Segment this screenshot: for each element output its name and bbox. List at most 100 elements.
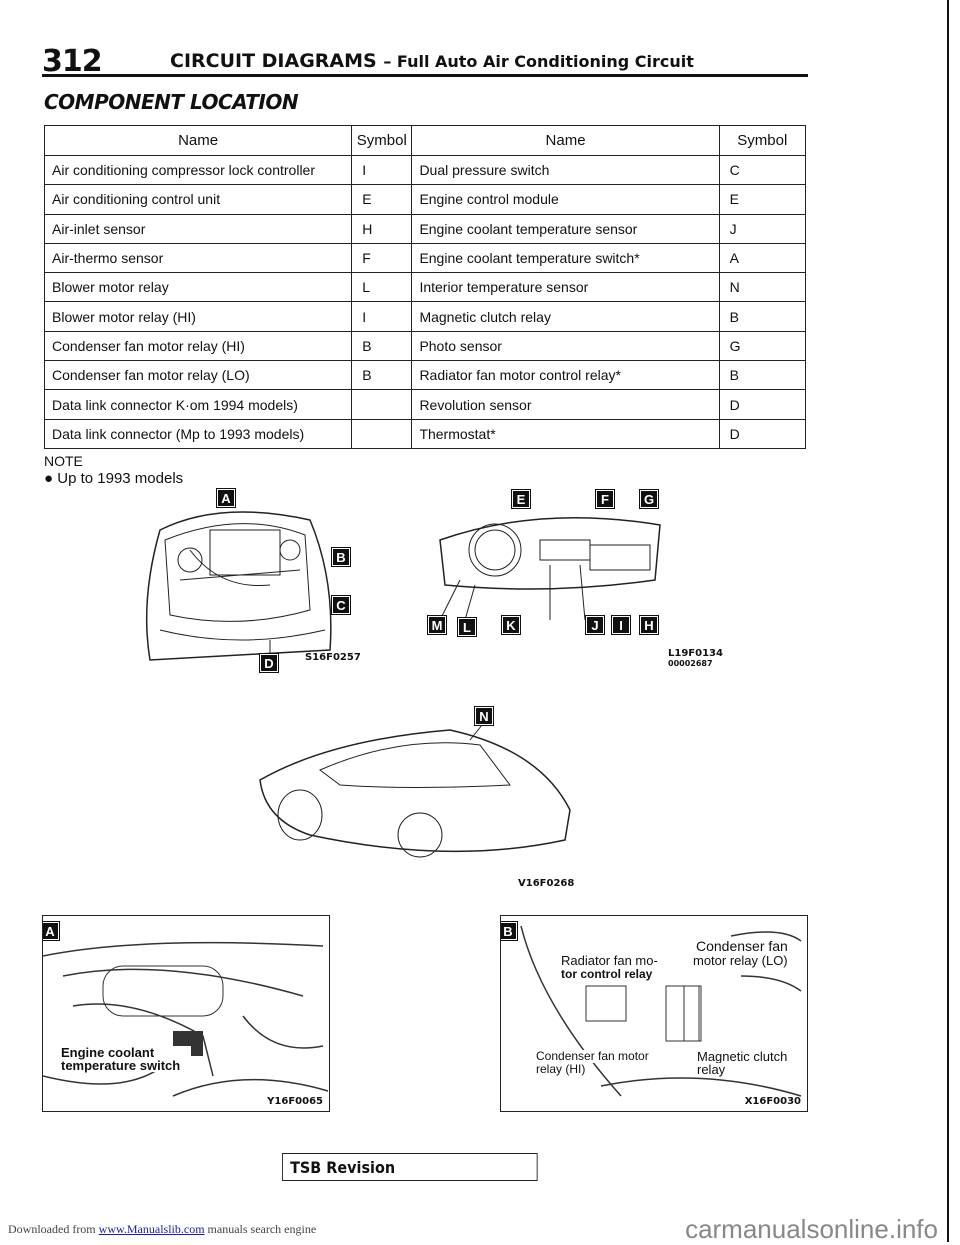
component-name: Thermostat* bbox=[411, 418, 720, 449]
photo-a: A Engine coolant temperature switch Y16F… bbox=[42, 915, 330, 1112]
component-name: Magnetic clutch relay bbox=[411, 301, 720, 332]
table-row: Condenser fan motor relay (LO) B Radiator … bbox=[43, 360, 807, 391]
title-main: CIRCUIT DIAGRAMS bbox=[170, 50, 377, 72]
component-symbol: N bbox=[718, 272, 807, 303]
badge-m: M bbox=[427, 615, 447, 635]
component-name: Interior temperature sensor bbox=[411, 272, 720, 303]
table-row: Blower motor relay L Interior temperature … bbox=[43, 272, 807, 303]
component-symbol: D bbox=[718, 418, 807, 449]
page-edge-line bbox=[947, 0, 949, 1242]
footer-tail: manuals search engine bbox=[207, 1222, 317, 1236]
photo-label: Engine coolant temperature switch bbox=[61, 1046, 191, 1072]
figure-code-2: 00002687 bbox=[668, 659, 713, 668]
figure-code: Y16F0065 bbox=[267, 1096, 323, 1107]
badge-l: L bbox=[457, 617, 477, 637]
note-title: NOTE bbox=[44, 453, 83, 469]
col-name: Name bbox=[411, 125, 720, 156]
badge-b: B bbox=[331, 547, 351, 567]
label-radiator-relay: Radiator fan mo- bbox=[561, 953, 658, 968]
col-name: Name bbox=[43, 125, 353, 156]
component-symbol: H bbox=[351, 213, 413, 244]
label-cond-lo: Condenser fan bbox=[696, 938, 788, 954]
component-symbol: J bbox=[718, 213, 807, 244]
section-title: COMPONENT LOCATION bbox=[44, 90, 299, 114]
component-symbol: B bbox=[718, 301, 807, 332]
component-name: Revolution sensor bbox=[411, 389, 720, 420]
download-footer: Downloaded from www.Manualslib.com manua… bbox=[8, 1222, 316, 1237]
component-symbol: C bbox=[718, 154, 807, 186]
component-name: Dual pressure switch bbox=[411, 154, 720, 186]
table-row: Air conditioning compressor lock control… bbox=[43, 154, 807, 186]
car-illustration bbox=[259, 724, 571, 858]
component-symbol: L bbox=[351, 272, 413, 303]
label-cond-hi-2: relay (HI) bbox=[536, 1062, 586, 1076]
component-name: Air-thermo sensor bbox=[43, 242, 353, 274]
component-symbol: D bbox=[718, 389, 807, 420]
table-row: Air-inlet sensor H Engine coolant temperat… bbox=[43, 213, 807, 244]
header-rule bbox=[42, 74, 808, 77]
badge-f: F bbox=[595, 489, 615, 509]
col-symbol: Symbol bbox=[718, 125, 807, 156]
component-name: Condenser fan motor relay (HI) bbox=[43, 330, 353, 362]
badge-k: K bbox=[501, 615, 521, 635]
badge-e: E bbox=[511, 489, 531, 509]
component-name: Data link connector K·om 1994 models) bbox=[43, 389, 353, 420]
badge-c: C bbox=[331, 595, 351, 615]
badge-a: A bbox=[43, 921, 60, 941]
label-cond-lo-2: motor relay (LO) bbox=[693, 953, 788, 968]
component-symbol: B bbox=[351, 360, 413, 391]
title-sub: – Full Auto Air Conditioning Circuit bbox=[383, 52, 694, 71]
badge-d: D bbox=[259, 653, 279, 673]
component-symbol bbox=[351, 389, 413, 420]
brand-watermark: carmanualsonline.info bbox=[685, 1214, 938, 1244]
component-symbol: B bbox=[351, 330, 413, 362]
note-text: Up to 1993 models bbox=[57, 470, 184, 487]
component-name: Photo sensor bbox=[411, 330, 720, 362]
component-name: Condenser fan motor relay (LO) bbox=[43, 360, 353, 391]
figure-code: V16F0268 bbox=[518, 878, 575, 889]
component-name: Air-inlet sensor bbox=[43, 213, 353, 244]
badge-h: H bbox=[639, 615, 659, 635]
component-name: Data link connector (Mp to 1993 models) bbox=[43, 418, 353, 449]
note-item: ● Up to 1993 models bbox=[44, 470, 184, 487]
badge-j: J bbox=[585, 615, 605, 635]
component-symbol: I bbox=[351, 154, 413, 186]
page-title: CIRCUIT DIAGRAMS – Full Auto Air Conditi… bbox=[170, 50, 694, 72]
component-symbol: G bbox=[718, 330, 807, 362]
component-name: Engine coolant temperature switch* bbox=[411, 242, 720, 274]
component-name: Blower motor relay (HI) bbox=[43, 301, 353, 332]
component-symbol bbox=[351, 418, 413, 449]
badge-g: G bbox=[639, 489, 659, 509]
badge-n: N bbox=[474, 706, 494, 726]
component-name: Engine control module bbox=[411, 184, 720, 215]
engine-bay-illustration bbox=[145, 511, 332, 661]
component-symbol: E bbox=[718, 184, 807, 215]
table-row: Data link connector (Mp to 1993 models) T… bbox=[43, 418, 807, 449]
figure-code: X16F0030 bbox=[744, 1096, 801, 1107]
manualslib-link[interactable]: www.Manualslib.com bbox=[99, 1222, 205, 1236]
badge-i: I bbox=[611, 615, 631, 635]
photo-b: B Radiator fan mo- tor control relay Con… bbox=[500, 915, 808, 1112]
badge-a: A bbox=[216, 488, 236, 508]
table-row: Blower motor relay (HI) I Magnetic clutch … bbox=[43, 301, 807, 332]
component-table: Name Symbol Name Symbol Air conditioning… bbox=[43, 125, 807, 449]
component-name: Air conditioning compressor lock control… bbox=[43, 154, 353, 186]
component-symbol: E bbox=[351, 184, 413, 215]
component-symbol: I bbox=[351, 301, 413, 332]
component-symbol: A bbox=[718, 242, 807, 274]
badge-b: B bbox=[501, 921, 518, 941]
component-name: Radiator fan motor control relay* bbox=[411, 360, 720, 391]
table-row: Condenser fan motor relay (HI) B Photo sen… bbox=[43, 330, 807, 362]
table-header: Name Symbol Name Symbol bbox=[43, 125, 807, 156]
col-symbol: Symbol bbox=[351, 125, 413, 156]
label-magnetic-clutch-2: relay bbox=[697, 1062, 726, 1077]
footer-text: Downloaded from bbox=[8, 1222, 96, 1236]
figure-code: S16F0257 bbox=[305, 652, 361, 663]
component-name: Blower motor relay bbox=[43, 272, 353, 303]
component-name: Air conditioning control unit bbox=[43, 184, 353, 215]
table-row: Air-thermo sensor F Engine coolant tempera… bbox=[43, 242, 807, 274]
component-name: Engine coolant temperature sensor bbox=[411, 213, 720, 244]
figure-code: L19F0134 bbox=[668, 648, 723, 659]
engine-photo-sketch bbox=[43, 941, 329, 1097]
table-row: Air conditioning control unit E Engine con… bbox=[43, 184, 807, 215]
